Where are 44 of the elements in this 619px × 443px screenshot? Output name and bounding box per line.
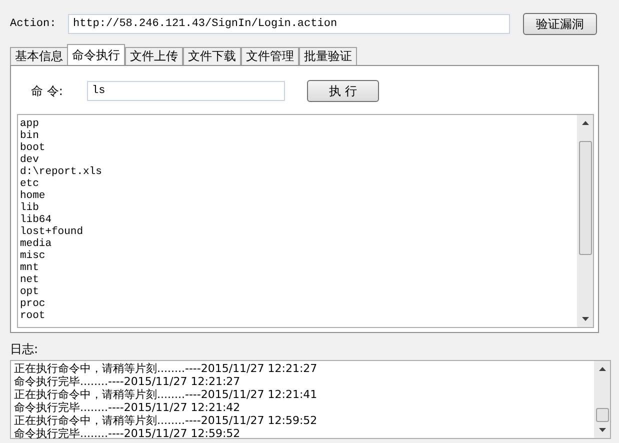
tab[interactable]: 命令执行 [67, 44, 125, 65]
output-line: opt [20, 286, 40, 298]
log-line: 正在执行命令中，请稍等片刻........----2015/11/27 12:59:52 [14, 414, 318, 427]
output-line: home [20, 190, 46, 202]
execute-button[interactable]: 执 行 [307, 80, 379, 102]
tab[interactable]: 基本信息 [10, 47, 68, 65]
action-label: Action: [10, 18, 58, 30]
scroll-down-arrow-icon[interactable] [582, 317, 588, 321]
output-line: lib64 [20, 214, 53, 226]
output-line: lost+found [20, 226, 84, 238]
tab[interactable]: 文件上传 [125, 47, 183, 65]
vertical-scrollbar[interactable] [577, 115, 593, 327]
output-line: misc [20, 250, 46, 262]
output-line: etc [20, 178, 40, 190]
scroll-up-arrow-icon[interactable] [598, 367, 606, 371]
output-line: mnt [20, 262, 40, 274]
log-line: 命令执行完毕........----2015/11/27 12:21:42 [14, 401, 242, 414]
vertical-scrollbar[interactable] [594, 361, 610, 438]
output-line: boot [20, 142, 46, 154]
log-line: 正在执行命令中，请稍等片刻........----2015/11/27 12:21:27 [14, 362, 318, 375]
output-line: lib [20, 202, 40, 214]
command-label: 命 令: [30, 82, 64, 100]
tab[interactable]: 批量验证 [299, 47, 357, 65]
tab[interactable]: 文件管理 [241, 47, 299, 65]
tab[interactable]: 文件下载 [183, 47, 241, 65]
output-line: proc [20, 298, 46, 310]
output-line: bin [20, 130, 40, 142]
log-label: 日志: [10, 341, 40, 358]
log-line: 命令执行完毕........----2015/11/27 12:59:52 [14, 427, 242, 440]
action-url-field[interactable]: http://58.246.121.43/SignIn/Login.action [68, 14, 510, 34]
log-line: 命令执行完毕........----2015/11/27 12:21:27 [14, 375, 242, 388]
output-line: d:\report.xls [20, 166, 103, 178]
output-line: media [20, 238, 53, 250]
output-line: net [20, 274, 40, 286]
command-field[interactable]: ls [87, 81, 285, 101]
scroll-down-arrow-icon[interactable] [598, 428, 606, 432]
scrollbar-thumb[interactable] [596, 408, 608, 422]
output-line: dev [20, 154, 40, 166]
output-line: app [20, 118, 40, 130]
scrollbar-thumb[interactable] [578, 141, 592, 255]
verify-button[interactable]: 验证漏洞 [523, 13, 597, 35]
log-line: 正在执行命令中，请稍等片刻........----2015/11/27 12:21:41 [14, 388, 318, 401]
output-line: root [20, 310, 46, 322]
scroll-up-arrow-icon[interactable] [582, 121, 588, 125]
